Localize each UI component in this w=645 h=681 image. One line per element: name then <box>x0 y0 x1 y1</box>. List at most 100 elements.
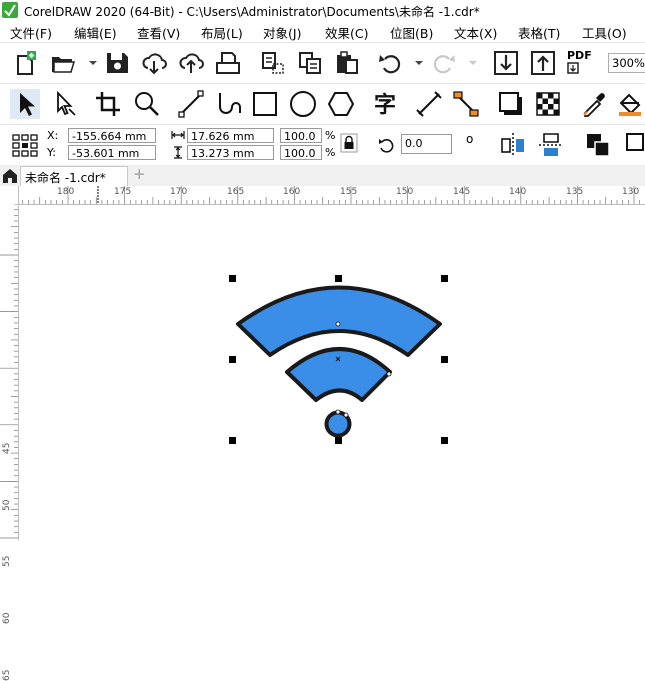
copy-button[interactable] <box>295 48 325 78</box>
print-button[interactable] <box>213 48 243 78</box>
selection-handle-bottom-right[interactable] <box>441 437 448 444</box>
zoom-tool[interactable] <box>132 89 162 119</box>
lock-ratio-button[interactable] <box>340 133 358 153</box>
transparency-tool[interactable] <box>533 89 563 119</box>
standard-toolbar: PDF 300% <box>0 43 645 84</box>
scale-x-percent: % <box>325 129 336 142</box>
menu-effects[interactable]: 效果(C) <box>325 23 368 42</box>
menu-file[interactable]: 文件(F) <box>10 23 52 42</box>
document-tab-label: 未命名 -1.cdr* <box>25 171 106 185</box>
selection-handle-bottom-left[interactable] <box>229 437 236 444</box>
import-icon <box>262 52 284 74</box>
shape-tool[interactable] <box>50 89 80 119</box>
import-arrow-icon <box>494 51 518 75</box>
save-button[interactable] <box>102 48 132 78</box>
drop-shadow-tool[interactable] <box>496 89 526 119</box>
redo-icon <box>433 55 455 74</box>
toolbox: 字 <box>0 84 645 125</box>
new-document-button[interactable] <box>10 48 40 78</box>
freehand-tool[interactable] <box>176 89 206 119</box>
selection-handle-right[interactable] <box>441 356 448 363</box>
cloud-download-button[interactable] <box>139 48 169 78</box>
undo-dropdown[interactable] <box>404 48 423 78</box>
interactive-fill-tool[interactable] <box>615 89 645 119</box>
scale-y-percent: % <box>325 146 336 159</box>
dimension-tool[interactable] <box>414 89 444 119</box>
reference-point-selector[interactable] <box>10 130 40 160</box>
h-ruler-label: 140 <box>509 187 527 197</box>
width-field[interactable]: 17.626 mm <box>187 128 274 143</box>
open-button[interactable] <box>48 48 78 78</box>
new-tab-button[interactable]: + <box>133 165 146 183</box>
rotation-angle-field[interactable]: 0.0 <box>401 134 452 154</box>
menu-edit[interactable]: 编辑(E) <box>74 23 117 42</box>
node-point[interactable] <box>335 409 341 415</box>
import-file-button[interactable] <box>491 48 521 78</box>
height-field[interactable]: 13.273 mm <box>187 145 274 160</box>
horizontal-ruler[interactable]: 180 175 170 165 160 155 150 145 140 135 … <box>18 186 645 205</box>
node-point[interactable] <box>386 371 392 377</box>
node-point[interactable] <box>343 412 349 418</box>
rectangle-tool[interactable] <box>250 89 280 119</box>
selection-handle-bottom[interactable] <box>335 437 342 444</box>
h-ruler-label: 180 <box>57 187 75 197</box>
scale-y-field[interactable]: 100.0 <box>280 145 322 160</box>
vertical-ruler[interactable]: 45 50 55 60 65 <box>0 186 19 681</box>
connector-tool[interactable] <box>451 89 481 119</box>
paste-button[interactable] <box>332 48 362 78</box>
import-button[interactable] <box>258 48 288 78</box>
node-point[interactable] <box>335 321 341 327</box>
selection-handle-top-left[interactable] <box>229 275 236 282</box>
wifi-middle-arc[interactable] <box>285 347 392 402</box>
menu-text[interactable]: 文本(X) <box>454 23 497 42</box>
zoom-level-field[interactable]: 300% <box>608 53 645 73</box>
crop-icon <box>96 92 120 116</box>
to-front-button[interactable] <box>583 130 613 160</box>
cloud-upload-button[interactable] <box>176 48 206 78</box>
mirror-horizontal-button[interactable] <box>498 130 528 160</box>
y-position-field[interactable]: -53.601 mm <box>68 145 156 160</box>
export-button[interactable] <box>528 48 558 78</box>
menu-tools[interactable]: 工具(O) <box>582 23 627 42</box>
text-tool[interactable]: 字 <box>370 89 400 119</box>
redo-dropdown[interactable] <box>458 48 477 78</box>
selection-handle-left[interactable] <box>229 356 236 363</box>
artistic-media-tool[interactable] <box>214 89 244 119</box>
x-position-field[interactable]: -155.664 mm <box>68 128 156 143</box>
h-ruler-label: 150 <box>396 187 414 197</box>
menu-table[interactable]: 表格(T) <box>518 23 560 42</box>
wifi-outer-arc[interactable] <box>236 285 442 357</box>
h-ruler-label: 130 <box>622 187 640 197</box>
open-dropdown[interactable] <box>78 48 97 78</box>
h-ruler-label: 160 <box>283 187 301 197</box>
menu-layout[interactable]: 布局(L) <box>201 23 243 42</box>
menu-bar: 文件(F) 编辑(E) 查看(V) 布局(L) 对象(J) 效果(C) 位图(B… <box>0 20 645 43</box>
h-ruler-label: 175 <box>114 187 132 197</box>
selection-handle-top[interactable] <box>335 275 342 282</box>
to-back-button[interactable] <box>623 130 645 160</box>
selection-handle-top-right[interactable] <box>441 275 448 282</box>
undo-button[interactable] <box>376 48 406 78</box>
home-icon[interactable] <box>2 168 18 183</box>
menu-bitmaps[interactable]: 位图(B) <box>390 23 433 42</box>
document-tab[interactable]: 未命名 -1.cdr* <box>20 166 128 186</box>
menu-object[interactable]: 对象(J) <box>263 23 301 42</box>
rectangle-icon <box>253 92 277 116</box>
drawing-canvas[interactable] <box>19 205 645 540</box>
mirror-vertical-button[interactable] <box>536 130 566 160</box>
print-icon <box>216 52 240 74</box>
v-ruler-label: 55 <box>2 555 12 567</box>
pick-tool[interactable] <box>10 89 40 119</box>
scale-x-field[interactable]: 100.0 <box>280 128 322 143</box>
eyedropper-tool[interactable] <box>579 89 609 119</box>
export-arrow-icon <box>531 51 555 75</box>
menu-view[interactable]: 查看(V) <box>137 23 180 42</box>
magnifier-icon <box>135 92 159 116</box>
chevron-down-icon <box>469 61 477 65</box>
ellipse-tool[interactable] <box>288 89 318 119</box>
redo-button[interactable] <box>428 48 458 78</box>
crop-tool[interactable] <box>93 89 123 119</box>
pointer-arrow-icon <box>20 93 35 116</box>
polygon-tool[interactable] <box>326 89 356 119</box>
publish-pdf-button[interactable]: PDF <box>565 48 595 78</box>
